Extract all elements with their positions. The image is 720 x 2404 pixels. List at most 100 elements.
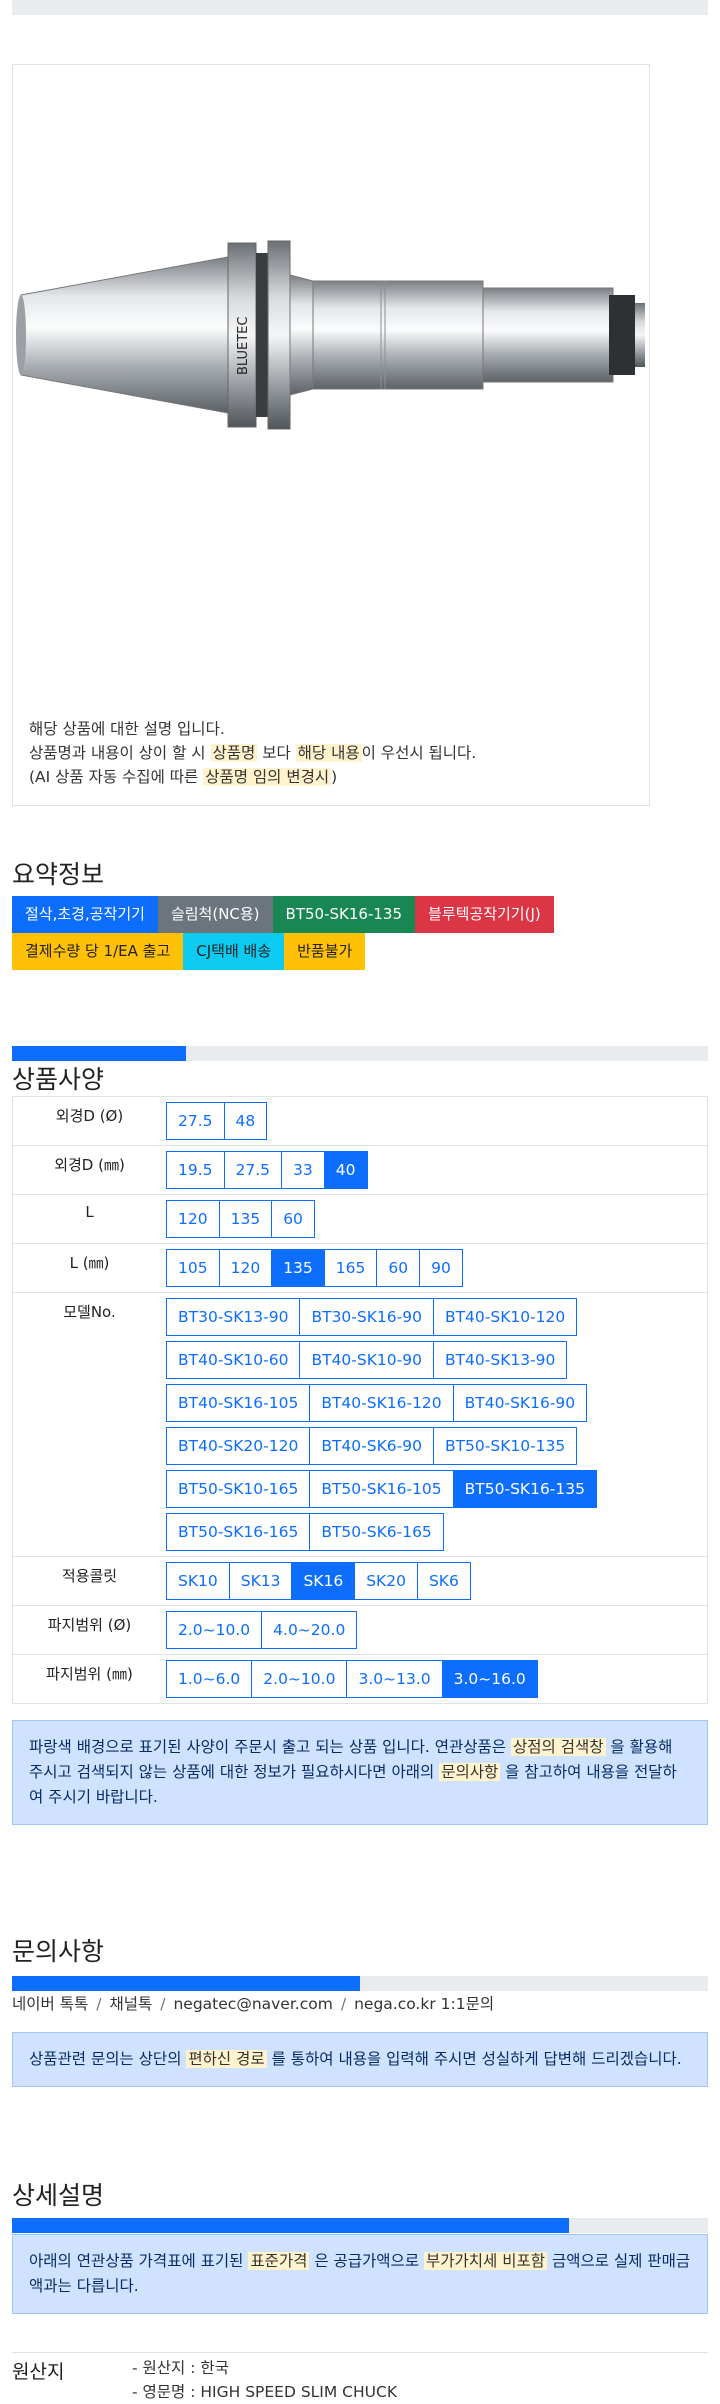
spec-row: 적용콜릿 SK10 SK13 SK16 SK20 SK6 (12, 1557, 708, 1606)
spec-option[interactable]: 105 (166, 1249, 220, 1287)
spec-option-selected[interactable]: SK16 (291, 1562, 356, 1600)
spec-row-label: L (㎜) (69, 1254, 110, 1272)
spec-option[interactable]: BT30-SK16-90 (299, 1298, 434, 1336)
spec-option[interactable]: BT40-SK10-120 (432, 1298, 578, 1336)
spec-option[interactable]: SK10 (166, 1562, 230, 1600)
contact-separator: / (340, 1995, 347, 2013)
contact-list: 네이버 톡톡 / 채널톡 / negatec@naver.com / nega.co.kr … (12, 1992, 494, 2014)
spec-row-label: 파지범위 (Ø) (47, 1616, 132, 1634)
contact-naver-talk[interactable]: 네이버 톡톡 (12, 1995, 88, 2013)
spec-option[interactable]: BT50-SK6-165 (309, 1513, 444, 1551)
spec-option[interactable]: 120 (166, 1200, 220, 1238)
badge-brand[interactable]: 블루텍공작기기(J) (415, 896, 554, 933)
spec-option[interactable]: BT40-SK10-60 (166, 1341, 301, 1379)
brand-text: BLUETEC (236, 317, 251, 375)
inquiry-progress-fill (12, 1976, 360, 1991)
spec-option[interactable]: BT40-SK16-120 (309, 1384, 454, 1422)
highlight-product-name: 상품명 (210, 744, 258, 762)
spec-option-selected[interactable]: 3.0~16.0 (441, 1660, 538, 1698)
spec-option[interactable]: 2.0~10.0 (166, 1611, 263, 1649)
spec-row: 파지범위 (Ø) 2.0~10.0 4.0~20.0 (12, 1606, 708, 1655)
contact-site-inquiry[interactable]: nega.co.kr 1:1문의 (354, 1995, 494, 2013)
spec-options: 27.5 48 (166, 1097, 707, 1145)
spec-table: 외경D (Ø) 27.5 48 외경D (㎜) 19.5 27.5 33 40 L 120 135 6… (12, 1096, 708, 1704)
spec-option-selected[interactable]: BT50-SK16-135 (452, 1470, 597, 1508)
spec-option[interactable]: SK20 (354, 1562, 418, 1600)
badge-shipping: CJ택배 배송 (183, 933, 285, 970)
spec-option[interactable]: BT40-SK6-90 (309, 1427, 434, 1465)
spec-option-selected[interactable]: 40 (323, 1151, 368, 1189)
badge-model[interactable]: BT50-SK16-135 (272, 896, 415, 933)
spec-option[interactable]: 27.5 (223, 1151, 283, 1189)
spec-option[interactable]: BT50-SK16-105 (309, 1470, 454, 1508)
spec-row-label: 외경D (㎜) (54, 1156, 125, 1174)
detail-title: 상세설명 (12, 2181, 105, 2210)
contact-separator: / (96, 1995, 102, 2013)
highlight-search: 상점의 검색창 (511, 1738, 606, 1756)
highlight-vat: 부가가치세 비포함 (424, 2252, 548, 2270)
spec-option[interactable]: BT50-SK10-135 (432, 1427, 578, 1465)
detail-progress-fill (12, 2218, 569, 2233)
contact-email[interactable]: negatec@naver.com (173, 1995, 332, 2013)
spec-option[interactable]: 135 (218, 1200, 273, 1238)
spec-row-label: 외경D (Ø) (55, 1107, 124, 1125)
spec-row-label: 적용콜릿 (61, 1567, 118, 1585)
spec-option[interactable]: 48 (223, 1102, 268, 1140)
inquiry-title: 문의사항 (12, 1937, 105, 1966)
spec-row: 파지범위 (㎜) 1.0~6.0 2.0~10.0 3.0~13.0 3.0~16.0 (12, 1655, 708, 1704)
highlight-standard-price: 표준가격 (248, 2252, 310, 2270)
spec-option[interactable]: BT40-SK20-120 (166, 1427, 311, 1465)
spec-options: BT30-SK13-90 BT30-SK16-90 BT40-SK10-120 BT4… (166, 1293, 707, 1556)
spec-options: 19.5 27.5 33 40 (166, 1146, 707, 1194)
spec-option[interactable]: 165 (323, 1249, 378, 1287)
spec-progress (12, 1046, 708, 1061)
top-bar (12, 0, 708, 15)
spec-option-selected[interactable]: 135 (271, 1249, 325, 1287)
spec-option[interactable]: BT40-SK13-90 (432, 1341, 568, 1379)
spec-option[interactable]: 60 (376, 1249, 421, 1287)
spec-option[interactable]: 19.5 (166, 1151, 225, 1189)
spec-option[interactable]: 3.0~13.0 (346, 1660, 443, 1698)
spec-option[interactable]: 1.0~6.0 (166, 1660, 253, 1698)
detail-notice: 아래의 연관상품 가격표에 표기된 표준가격 은 공급가액으로 부가가치세 비포… (12, 2234, 708, 2314)
spec-row-label: 파지범위 (㎜) (46, 1665, 133, 1683)
badge-type[interactable]: 슬림척(NC용) (157, 896, 273, 933)
spec-option[interactable]: 60 (271, 1200, 315, 1238)
spec-row: 모델No. BT30-SK13-90 BT30-SK16-90 BT40-SK10-1… (12, 1293, 708, 1557)
description-line-2: 상품명과 내용이 상이 할 시 상품명 보다 해당 내용 이 우선시 됩니다. (29, 744, 477, 762)
spec-option[interactable]: BT50-SK10-165 (166, 1470, 311, 1508)
spec-row-label: L (85, 1203, 94, 1221)
spec-option[interactable]: 2.0~10.0 (251, 1660, 348, 1698)
product-image: BLUETEC (16, 240, 645, 430)
spec-notice: 파랑색 배경으로 표기된 사양이 주문시 출고 되는 상품 입니다. 연관상품은… (12, 1720, 708, 1825)
origin-divider (12, 2352, 708, 2353)
spec-option[interactable]: BT30-SK13-90 (166, 1298, 301, 1336)
spec-row: 외경D (㎜) 19.5 27.5 33 40 (12, 1146, 708, 1195)
spec-option[interactable]: BT40-SK10-90 (299, 1341, 434, 1379)
highlight-name-change: 상품명 임의 변경시 (203, 768, 332, 786)
origin-label: 원산지 (12, 2361, 65, 2383)
spec-option[interactable]: SK6 (416, 1562, 471, 1600)
spec-row-label: 모델No. (63, 1303, 116, 1321)
detail-progress (12, 2218, 708, 2233)
spec-option[interactable]: 120 (218, 1249, 273, 1287)
summary-badges: 절삭,초경,공작기기 슬림척(NC용) BT50-SK16-135 블루텍공작기… (12, 896, 708, 970)
spec-option[interactable]: BT50-SK16-165 (166, 1513, 311, 1551)
spec-option[interactable]: 4.0~20.0 (261, 1611, 358, 1649)
origin-country: - 원산지 : 한국 (132, 2359, 229, 2377)
badge-no-return: 반품불가 (284, 933, 366, 970)
spec-option[interactable]: 33 (281, 1151, 325, 1189)
badge-category[interactable]: 절삭,초경,공작기기 (12, 896, 158, 933)
spec-option[interactable]: 27.5 (166, 1102, 225, 1140)
spec-option[interactable]: BT40-SK16-90 (452, 1384, 588, 1422)
spec-options: 105 120 135 165 60 90 (166, 1244, 707, 1292)
spec-option[interactable]: 90 (419, 1249, 463, 1287)
inquiry-notice: 상품관련 문의는 상단의 편하신 경로 를 통하여 내용을 입력해 주시면 성실… (12, 2032, 708, 2087)
spec-option[interactable]: BT40-SK16-105 (166, 1384, 311, 1422)
contact-channel-talk[interactable]: 채널톡 (109, 1995, 152, 2013)
spec-row: L 120 135 60 (12, 1195, 708, 1244)
highlight-route: 편하신 경로 (186, 2050, 267, 2068)
spec-option[interactable]: SK13 (228, 1562, 293, 1600)
spec-title: 상품사양 (12, 1065, 105, 1094)
spec-row: L (㎜) 105 120 135 165 60 90 (12, 1244, 708, 1293)
